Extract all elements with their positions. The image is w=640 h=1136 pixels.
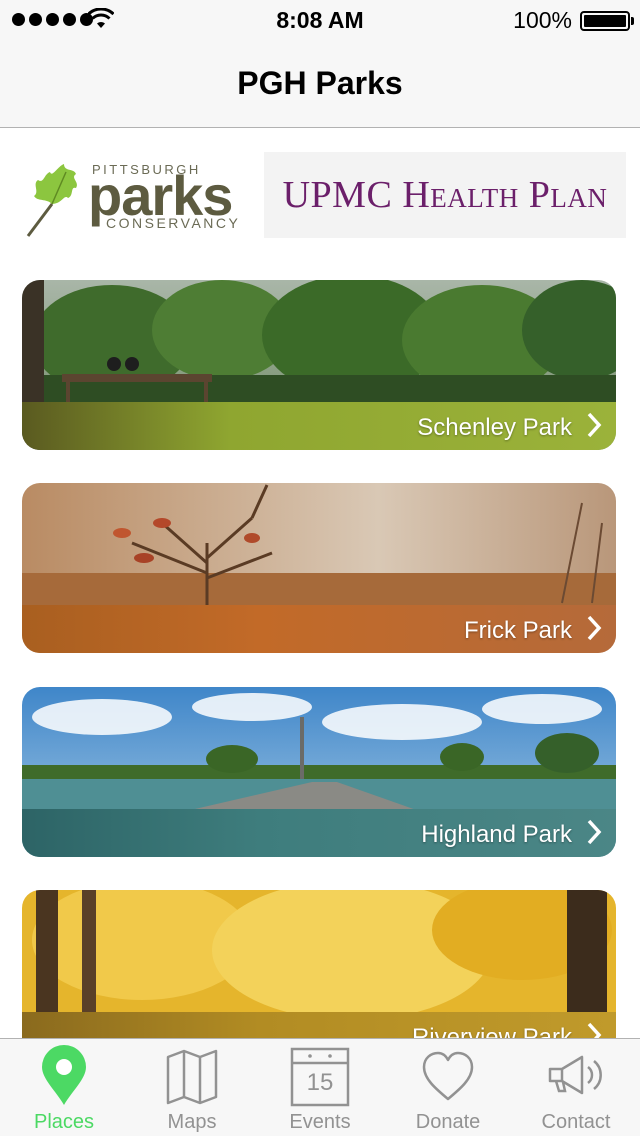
navigation-bar: PGH Parks (0, 40, 640, 128)
tab-donate[interactable]: Donate (384, 1039, 512, 1136)
conservancy-logo-bottom-text: CONSERVANCY (106, 215, 241, 231)
park-card-label: Frick Park (464, 617, 572, 644)
folded-map-icon (166, 1049, 218, 1105)
tab-label: Maps (167, 1111, 217, 1133)
map-pin-icon (42, 1045, 86, 1105)
park-card-riverview[interactable]: Riverview Park (22, 890, 616, 1060)
tab-bar: Places Maps 15 Events Donate Contact (0, 1038, 640, 1136)
chevron-right-icon (587, 615, 602, 641)
park-card-frick[interactable]: Frick Park (22, 483, 616, 653)
calendar-day: 15 (306, 1069, 334, 1096)
tab-events[interactable]: 15 Events (256, 1039, 384, 1136)
chevron-right-icon (587, 819, 602, 845)
battery-icon (580, 11, 634, 31)
tab-contact[interactable]: Contact (512, 1039, 640, 1136)
park-card-label: Schenley Park (417, 414, 572, 441)
park-card-highland[interactable]: Highland Park (22, 687, 616, 857)
status-bar: 8:08 AM 100% (0, 0, 640, 40)
chevron-right-icon (587, 412, 602, 438)
heart-icon (422, 1051, 474, 1101)
battery-percentage: 100% (513, 7, 572, 33)
tab-label: Events (289, 1111, 351, 1133)
pittsburgh-parks-conservancy-logo[interactable]: PITTSBURGH parks CONSERVANCY (18, 152, 254, 238)
tab-maps[interactable]: Maps (128, 1039, 256, 1136)
tab-label: Donate (415, 1111, 481, 1133)
tab-label: Places (33, 1111, 95, 1133)
tab-label: Contact (541, 1111, 611, 1133)
park-card-label: Highland Park (421, 821, 572, 848)
page-title: PGH Parks (237, 65, 403, 101)
upmc-logo-text: UPMC Health Plan (282, 174, 608, 216)
tab-places[interactable]: Places (0, 1039, 128, 1136)
megaphone-icon (548, 1055, 602, 1095)
upmc-health-plan-logo[interactable]: UPMC Health Plan (264, 152, 626, 238)
oak-leaf-icon (26, 164, 77, 237)
park-card-schenley[interactable]: Schenley Park (22, 280, 616, 450)
